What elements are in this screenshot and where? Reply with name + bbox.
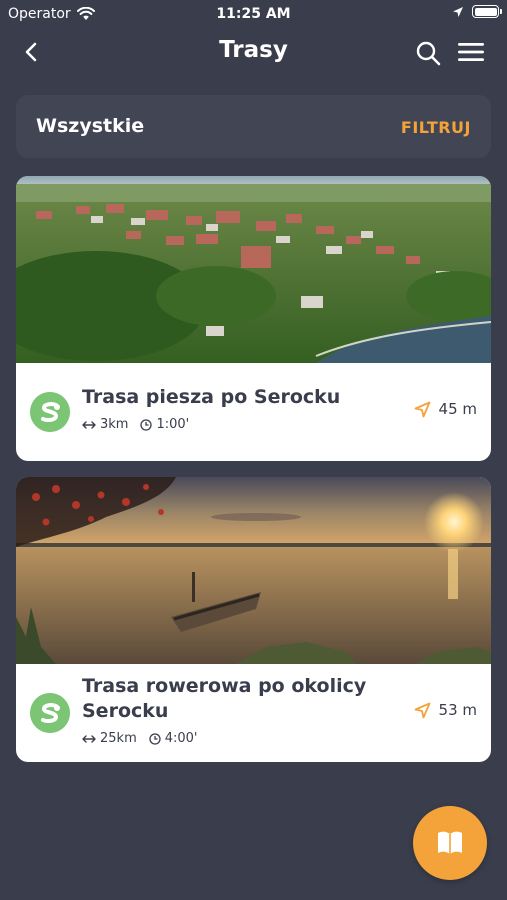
route-meta: 3km 1:00' <box>82 417 189 432</box>
route-card[interactable]: Trasa rowerowa po okolicy Serocku 25km 4… <box>16 477 491 762</box>
route-meta: 25km 4:00' <box>82 731 198 746</box>
filter-current-label: Wszystkie <box>36 115 145 137</box>
route-duration: 4:00' <box>149 731 198 746</box>
route-duration-value: 1:00' <box>156 417 190 432</box>
route-proximity-value: 53 m <box>438 701 477 719</box>
route-distance-value: 3km <box>100 417 129 432</box>
route-distance: 3km <box>82 417 128 432</box>
route-proximity-value: 45 m <box>438 400 477 418</box>
route-image-lake-sunset <box>16 477 491 664</box>
route-card-body: Trasa piesza po Serocku 3km 1:00' 45 m <box>16 363 491 461</box>
route-distance-value: 25km <box>100 731 137 746</box>
route-duration-value: 4:00' <box>164 731 198 746</box>
route-card[interactable]: Trasa piesza po Serocku 3km 1:00' 45 m <box>16 176 491 461</box>
clock-icon <box>149 732 161 745</box>
status-time: 11:25 AM <box>216 6 291 22</box>
route-title: Trasa rowerowa po okolicy Serocku <box>82 675 367 722</box>
map-book-icon <box>438 831 462 854</box>
route-logo-icon <box>30 693 70 733</box>
route-duration: 1:00' <box>140 417 189 432</box>
route-title: Trasa piesza po Serocku <box>82 386 341 408</box>
route-proximity: 53 m <box>414 701 477 719</box>
filter-bar: Wszystkie FILTRUJ <box>16 95 491 158</box>
status-bar: Operator 11:25 AM <box>0 0 507 28</box>
horizontal-arrows-icon <box>82 420 96 429</box>
map-fab-button[interactable] <box>413 806 487 880</box>
route-proximity: 45 m <box>414 400 477 418</box>
hamburger-menu-icon[interactable] <box>457 41 485 63</box>
battery-icon <box>472 5 502 18</box>
navigation-arrow-icon <box>414 401 430 417</box>
search-icon[interactable] <box>415 40 441 66</box>
navigation-bar: Trasy <box>0 28 507 76</box>
filter-button[interactable]: FILTRUJ <box>401 118 471 137</box>
horizontal-arrows-icon <box>82 734 96 743</box>
route-distance: 25km <box>82 731 137 746</box>
route-logo-icon <box>30 392 70 432</box>
navigation-arrow-icon <box>414 702 430 718</box>
route-image-aerial-town <box>16 176 491 363</box>
location-arrow-icon <box>453 6 463 17</box>
status-right <box>452 5 502 18</box>
clock-icon <box>140 418 153 431</box>
route-card-body: Trasa rowerowa po okolicy Serocku 25km 4… <box>16 664 491 762</box>
